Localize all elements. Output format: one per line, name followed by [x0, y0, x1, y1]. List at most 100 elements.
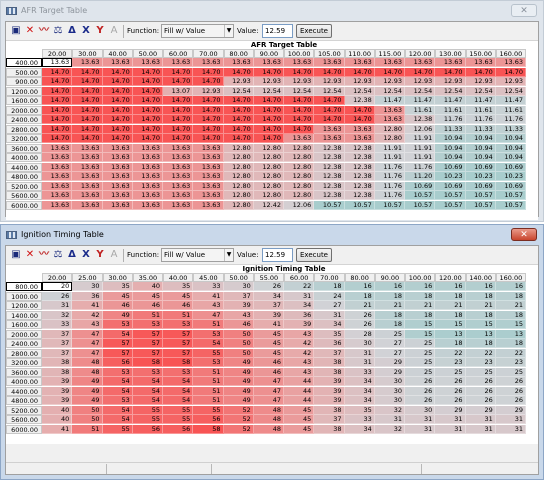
table-cell[interactable]: 46 — [223, 320, 254, 329]
table-cell[interactable]: 43 — [193, 301, 224, 310]
table-cell[interactable]: 10.69 — [405, 181, 436, 191]
table-cell[interactable]: 13.63 — [163, 58, 194, 67]
table-cell[interactable]: 10.57 — [465, 200, 496, 210]
table-cell[interactable]: 12.80 — [374, 134, 405, 143]
column-header[interactable]: 20.00 — [42, 49, 73, 58]
table-cell[interactable]: 13.63 — [132, 143, 163, 153]
column-header[interactable]: 50.00 — [132, 49, 163, 58]
table-cell[interactable]: 54 — [102, 377, 133, 386]
column-header[interactable]: 35.00 — [132, 273, 163, 282]
table-cell[interactable]: 10.57 — [465, 191, 496, 200]
table-cell[interactable]: 50 — [223, 348, 254, 358]
table-cell[interactable]: 47 — [72, 329, 103, 339]
table-cell[interactable]: 13.63 — [163, 172, 194, 181]
table-cell[interactable]: 12.93 — [465, 77, 496, 86]
column-header[interactable]: 70.00 — [314, 273, 345, 282]
table-cell[interactable]: 43 — [223, 310, 254, 320]
table-cell[interactable]: 49 — [223, 377, 254, 386]
table-cell[interactable]: 11.61 — [465, 105, 496, 115]
table-cell[interactable]: 54 — [102, 329, 133, 339]
table-cell[interactable]: 26 — [405, 386, 436, 396]
row-header[interactable]: 4800.00 — [6, 172, 42, 181]
table-cell[interactable]: 12.80 — [223, 153, 254, 162]
interpolate-y-icon[interactable]: Y — [94, 249, 106, 261]
table-cell[interactable]: 18 — [314, 282, 345, 291]
table-cell[interactable]: 54 — [132, 386, 163, 396]
column-header[interactable]: 110.00 — [344, 49, 375, 58]
table-cell[interactable]: 45 — [253, 339, 284, 348]
table-cell[interactable]: 29 — [495, 405, 526, 415]
table-cell[interactable]: 45 — [253, 329, 284, 339]
table-cell[interactable]: 14.70 — [163, 96, 194, 105]
table-cell[interactable]: 18 — [374, 291, 405, 301]
table-cell[interactable]: 14.70 — [253, 105, 284, 115]
table-cell[interactable]: 13.63 — [102, 200, 133, 210]
table-cell[interactable]: 13.63 — [42, 162, 73, 172]
row-header[interactable]: 4400.00 — [6, 162, 42, 172]
table-cell[interactable]: 13.63 — [163, 181, 194, 191]
table-cell[interactable]: 10.69 — [435, 181, 466, 191]
table-cell[interactable]: 14.70 — [314, 105, 345, 115]
table-cell[interactable]: 14.70 — [374, 67, 405, 77]
table-cell[interactable]: 12.54 — [344, 86, 375, 96]
row-header[interactable]: 2400.00 — [6, 339, 42, 348]
table-cell[interactable]: 47 — [253, 386, 284, 396]
table-cell[interactable]: 14.70 — [223, 124, 254, 134]
table-cell[interactable]: 14.70 — [253, 115, 284, 124]
table-cell[interactable]: 13.07 — [163, 86, 194, 96]
table-cell[interactable]: 14.70 — [193, 105, 224, 115]
table-cell[interactable]: 12.38 — [344, 153, 375, 162]
table-cell[interactable]: 13.63 — [72, 200, 103, 210]
table-cell[interactable]: 34 — [344, 386, 375, 396]
table-cell[interactable]: 14.70 — [163, 67, 194, 77]
table-cell[interactable]: 50 — [72, 415, 103, 424]
table-cell[interactable]: 39 — [314, 386, 345, 396]
table-cell[interactable]: 13.63 — [132, 153, 163, 162]
table-cell[interactable]: 26 — [435, 396, 466, 405]
table-cell[interactable]: 10.94 — [435, 134, 466, 143]
table-cell[interactable]: 26 — [42, 291, 73, 301]
row-header[interactable]: 2000.00 — [6, 329, 42, 339]
table-cell[interactable]: 22 — [465, 348, 496, 358]
table-cell[interactable]: 10.57 — [435, 191, 466, 200]
table-cell[interactable]: 21 — [405, 301, 436, 310]
table-cell[interactable]: 14.70 — [72, 105, 103, 115]
table-cell[interactable]: 51 — [193, 367, 224, 377]
table-cell[interactable]: 50 — [72, 405, 103, 415]
table-cell[interactable]: 14.70 — [102, 115, 133, 124]
table-cell[interactable]: 31 — [465, 424, 496, 434]
table-cell[interactable]: 46 — [163, 301, 194, 310]
table-cell[interactable]: 41 — [42, 424, 73, 434]
table-cell[interactable]: 35 — [314, 329, 345, 339]
table-cell[interactable]: 13.63 — [102, 58, 133, 67]
table-cell[interactable]: 14.70 — [72, 96, 103, 105]
table-cell[interactable]: 15 — [435, 320, 466, 329]
table-cell[interactable]: 56 — [132, 424, 163, 434]
table-cell[interactable]: 10.23 — [465, 172, 496, 181]
table-cell[interactable]: 14.70 — [193, 124, 224, 134]
row-header[interactable]: 800.00 — [6, 282, 42, 291]
table-cell[interactable]: 12.38 — [314, 181, 345, 191]
table-cell[interactable]: 13.63 — [163, 191, 194, 200]
table-cell[interactable]: 11.20 — [405, 172, 436, 181]
table-cell[interactable]: 13.63 — [102, 143, 133, 153]
table-cell[interactable]: 52 — [223, 405, 254, 415]
table-cell[interactable]: 14.70 — [314, 115, 345, 124]
table-cell[interactable]: 13.63 — [314, 124, 345, 134]
table-cell[interactable]: 36 — [314, 339, 345, 348]
save-icon[interactable]: ▣ — [10, 249, 22, 261]
table-cell[interactable]: 53 — [132, 367, 163, 377]
table-cell[interactable]: 11.76 — [374, 162, 405, 172]
table-cell[interactable]: 48 — [72, 367, 103, 377]
table-cell[interactable]: 31 — [344, 358, 375, 367]
table-cell[interactable]: 45 — [284, 405, 315, 415]
table-cell[interactable]: 14.70 — [284, 105, 315, 115]
row-header[interactable]: 3600.00 — [6, 367, 42, 377]
table-cell[interactable]: 55 — [193, 405, 224, 415]
table-cell[interactable]: 54 — [163, 377, 194, 386]
table-cell[interactable]: 14.70 — [223, 105, 254, 115]
table-cell[interactable]: 14.70 — [405, 67, 436, 77]
table-cell[interactable]: 35 — [163, 282, 194, 291]
table-cell[interactable]: 12.38 — [314, 191, 345, 200]
table-cell[interactable]: 31 — [405, 415, 436, 424]
